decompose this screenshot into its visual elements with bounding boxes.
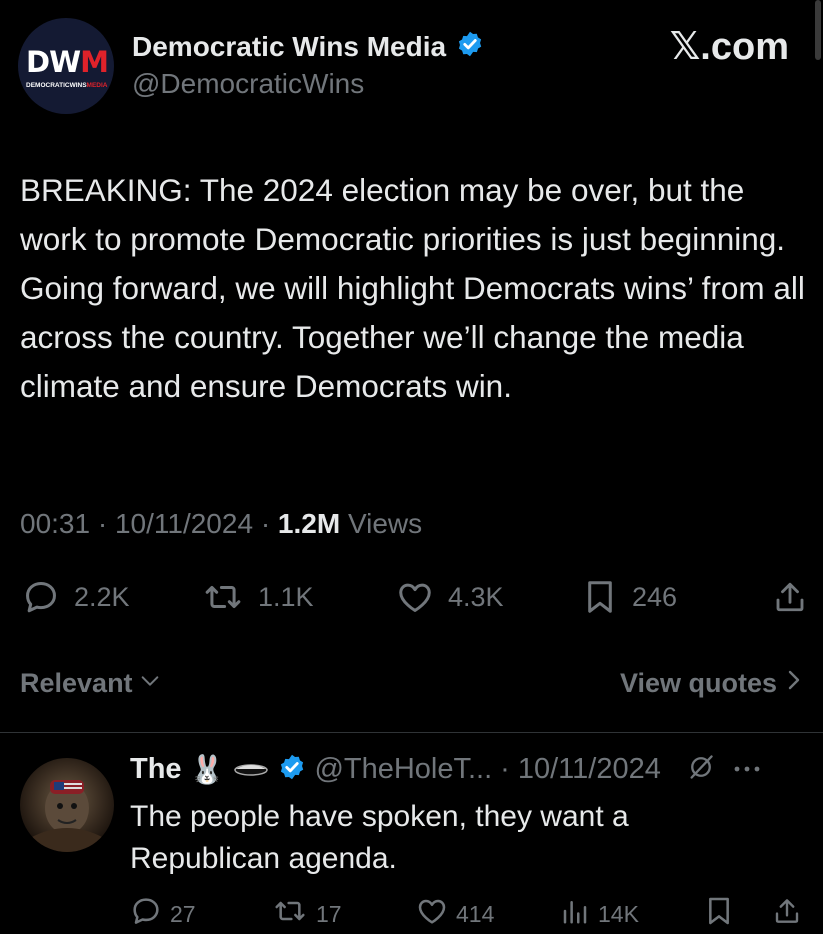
- reply-display-name[interactable]: The: [130, 753, 182, 786]
- account-handle[interactable]: @DemocraticWins: [132, 68, 364, 100]
- account-avatar[interactable]: DWM DEMOCRATICWINSMEDIA: [18, 18, 114, 114]
- like-button[interactable]: 4.3K: [396, 578, 504, 616]
- reply-handle[interactable]: @TheHoleT...: [314, 753, 492, 786]
- verified-badge-icon: [278, 753, 306, 786]
- reply-button[interactable]: 2.2K: [22, 578, 130, 616]
- sort-relevant-dropdown[interactable]: Relevant: [20, 668, 161, 699]
- tweet-text: BREAKING: The 2024 election may be over,…: [20, 172, 805, 404]
- heart-icon: [396, 578, 434, 616]
- reply-header: The 🐰 @TheHoleT... · 10/11/2024: [130, 753, 761, 786]
- tweet-time[interactable]: 00:31: [20, 508, 90, 539]
- meta-separator: ·: [97, 508, 108, 539]
- bookmark-count: 246: [632, 581, 678, 612]
- chevron-down-icon: [139, 668, 161, 699]
- reply-date[interactable]: 10/11/2024: [518, 753, 661, 786]
- repost-button[interactable]: 1.1K: [202, 578, 314, 616]
- tweet-meta: 00:31 · 10/11/2024 · 1.2M Views: [20, 508, 422, 540]
- more-options-icon[interactable]: [733, 761, 761, 779]
- reply-bookmark-button[interactable]: [704, 895, 734, 933]
- name-row: Democratic Wins Media: [132, 30, 484, 63]
- heart-icon: [416, 895, 448, 933]
- x-watermark: 𝕏.com: [669, 26, 789, 68]
- reply-avatar[interactable]: [20, 758, 114, 852]
- tweet-date[interactable]: 10/11/2024: [115, 508, 253, 539]
- grok-icon[interactable]: [687, 753, 715, 786]
- view-quotes-label: View quotes: [619, 668, 777, 698]
- share-button[interactable]: [772, 578, 808, 616]
- repost-icon: [202, 578, 244, 616]
- display-name[interactable]: Democratic Wins Media: [132, 31, 446, 63]
- reply-like-count: 414: [456, 900, 495, 927]
- bookmark-icon: [704, 895, 734, 933]
- reply-icon: [130, 895, 162, 933]
- verified-badge-icon: [456, 30, 484, 63]
- reply-count: 2.2K: [74, 581, 130, 612]
- views-label: Views: [347, 508, 423, 539]
- reply-repost-count: 17: [316, 900, 342, 927]
- reply-icon: [22, 578, 60, 616]
- repost-icon: [272, 895, 308, 933]
- bookmark-icon: [582, 578, 618, 616]
- view-quotes-link[interactable]: View quotes: [620, 668, 801, 699]
- tweet-action-bar: 2.2K 1.1K 4.3K 246: [20, 578, 810, 622]
- chevron-right-icon: [787, 668, 801, 699]
- rabbit-emoji-icon: 🐰: [189, 754, 225, 785]
- views-count: 1.2M: [277, 508, 341, 539]
- meta-separator: ·: [260, 508, 271, 539]
- share-icon: [772, 578, 808, 616]
- reply-repost-button[interactable]: 17: [272, 895, 342, 933]
- reply-reply-button[interactable]: 27: [130, 895, 196, 933]
- share-icon: [772, 895, 802, 933]
- reply-avatar-image: [30, 780, 104, 852]
- reply-views-count: 14K: [598, 900, 639, 927]
- reply-like-button[interactable]: 414: [416, 895, 494, 933]
- reply-views-button[interactable]: 14K: [560, 895, 639, 933]
- analytics-icon: [560, 895, 590, 933]
- bookmark-button[interactable]: 246: [582, 578, 677, 616]
- avatar-logo: DWM: [26, 45, 109, 79]
- scrollbar[interactable]: [815, 0, 821, 60]
- reply-action-bar: 27 17 414 14K: [130, 895, 810, 931]
- reply-reply-count: 27: [170, 900, 196, 927]
- reply-separator: ·: [500, 753, 510, 785]
- repost-count: 1.1K: [258, 581, 314, 612]
- sort-label: Relevant: [20, 668, 133, 698]
- avatar-logo-subtext: DEMOCRATICWINSMEDIA: [26, 82, 108, 89]
- like-count: 4.3K: [448, 581, 504, 612]
- reply-text: The people have spoken, they want a Repu…: [130, 800, 629, 875]
- reply-share-button[interactable]: [772, 895, 802, 933]
- hole-icon: [232, 755, 270, 784]
- divider: [0, 732, 823, 733]
